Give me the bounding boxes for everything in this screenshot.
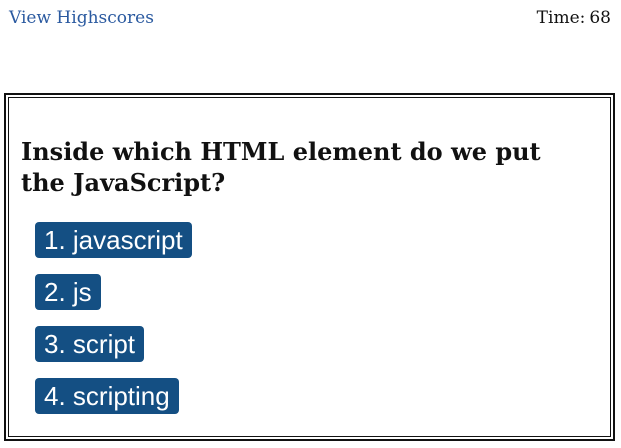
quiz-card-inner-border: Inside which HTML element do we put the … [8, 97, 611, 437]
timer-value: 68 [589, 8, 611, 28]
top-bar: View Highscores Time: 68 [0, 0, 621, 40]
question-text: Inside which HTML element do we put the … [21, 137, 541, 197]
answer-choice-item: 1. javascript [35, 222, 192, 258]
timer: Time: 68 [537, 8, 611, 28]
answer-choice-4-button[interactable]: 4. scripting [35, 378, 179, 414]
answer-choice-item: 3. script [35, 326, 192, 362]
answer-choice-1-button[interactable]: 1. javascript [35, 222, 192, 258]
answer-choice-item: 2. js [35, 274, 192, 310]
timer-label: Time: [536, 8, 586, 28]
view-highscores-link[interactable]: View Highscores [9, 8, 154, 28]
answer-choice-item: 4. scripting [35, 378, 192, 414]
answer-choice-2-button[interactable]: 2. js [35, 274, 101, 310]
answer-choice-3-button[interactable]: 3. script [35, 326, 145, 362]
answer-choices: 1. javascript 2. js 3. script 4. scripti… [35, 222, 192, 430]
quiz-card: Inside which HTML element do we put the … [4, 93, 615, 441]
